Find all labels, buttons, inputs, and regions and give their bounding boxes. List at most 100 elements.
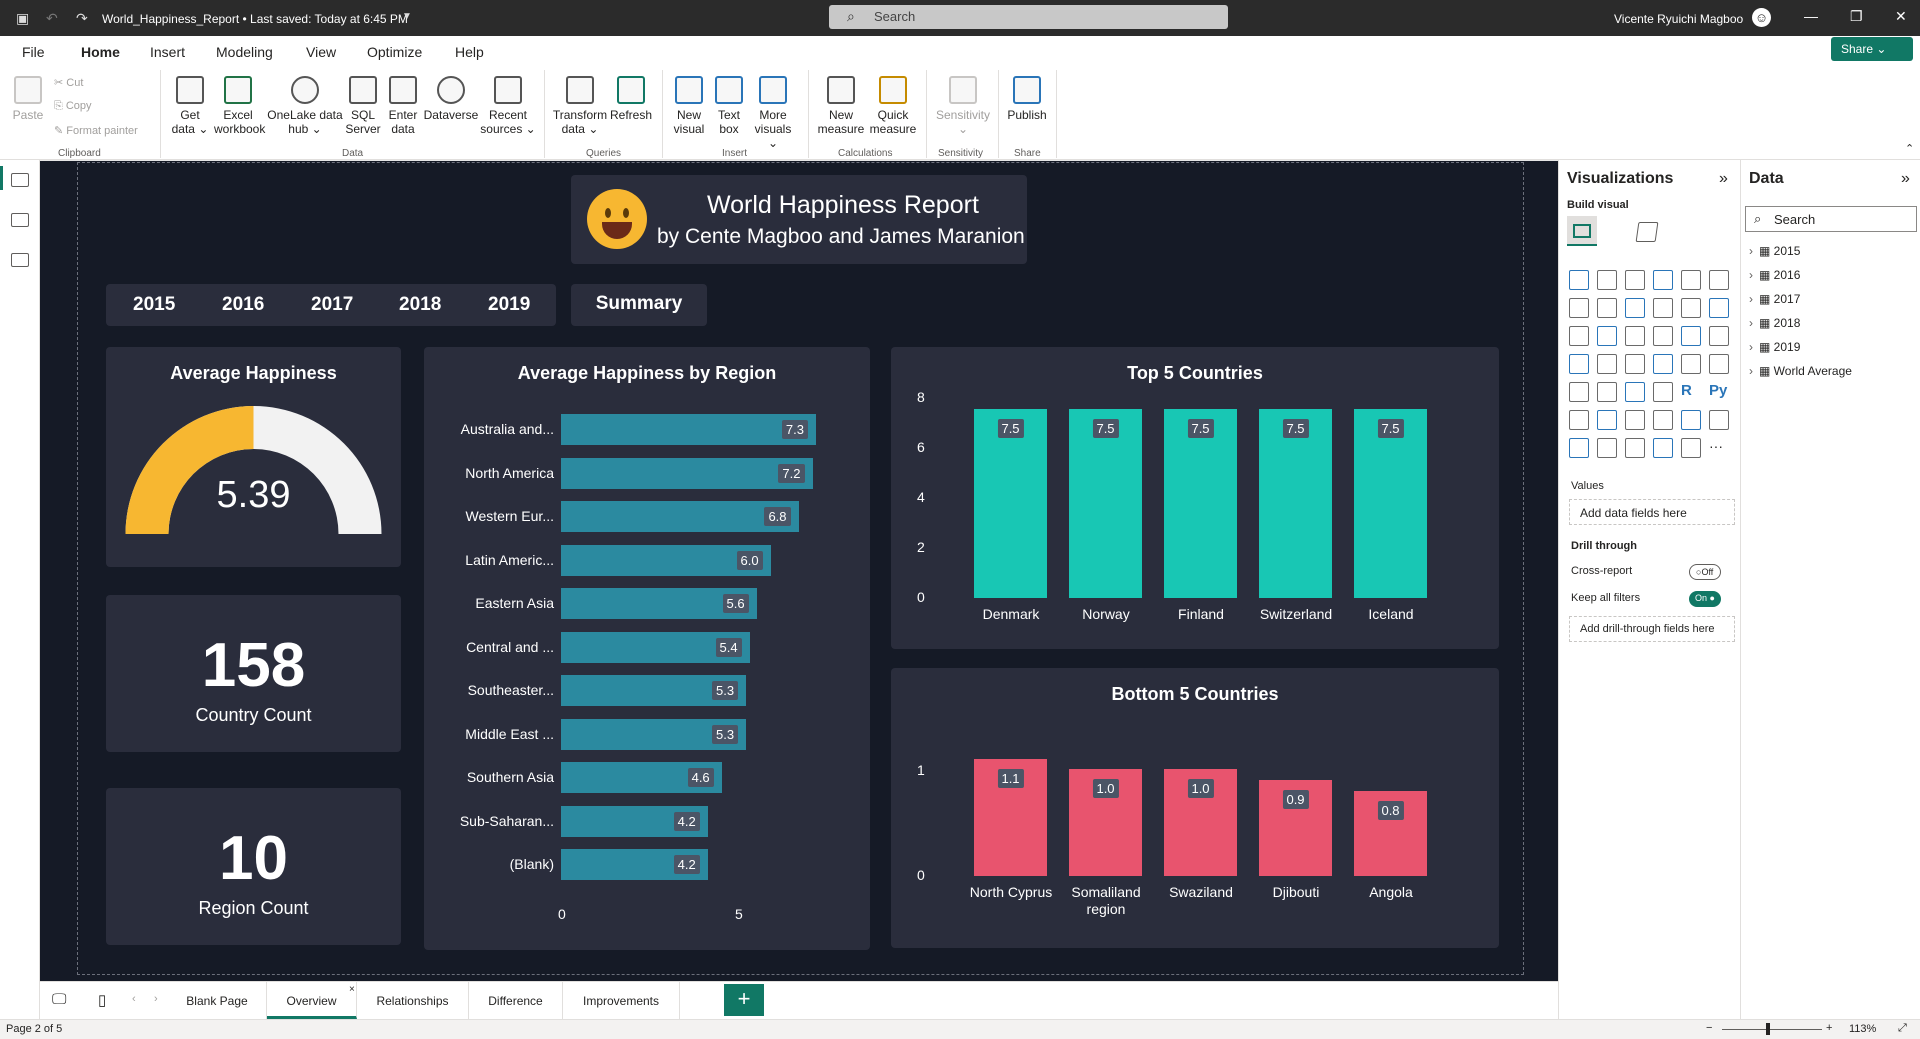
- region-bar[interactable]: 4.6: [561, 762, 722, 793]
- new-visual-button[interactable]: New visual: [668, 76, 710, 136]
- bottom5-chart-bar[interactable]: 1.0: [1069, 769, 1142, 876]
- visual-type-icon[interactable]: [1569, 382, 1589, 402]
- zoom-out-icon[interactable]: −: [1706, 1022, 1712, 1034]
- share-button[interactable]: Share ⌄: [1831, 37, 1913, 61]
- summary-button[interactable]: Summary: [571, 284, 707, 326]
- redo-icon[interactable]: ↷: [76, 10, 88, 27]
- visual-type-icon[interactable]: [1681, 354, 1701, 374]
- menu-optimize[interactable]: Optimize: [367, 44, 422, 60]
- year-button-2019[interactable]: 2019: [488, 294, 530, 316]
- top5-chart-bar[interactable]: 7.5: [1164, 408, 1237, 598]
- data-table-item[interactable]: › ▦ World Average: [1749, 364, 1852, 378]
- region-bar[interactable]: 5.4: [561, 631, 750, 663]
- year-button-2017[interactable]: 2017: [311, 294, 353, 316]
- year-button-2016[interactable]: 2016: [222, 294, 264, 316]
- region-count-card[interactable]: 10 Region Count: [106, 788, 401, 945]
- visual-type-icon[interactable]: [1597, 326, 1617, 346]
- visual-type-icon[interactable]: [1597, 354, 1617, 374]
- visual-type-icon[interactable]: [1681, 298, 1701, 318]
- previous-page-icon[interactable]: ‹: [132, 993, 136, 1005]
- tab-blank-page[interactable]: Blank Page: [168, 982, 267, 1019]
- top5-chart-bar[interactable]: 7.5: [1354, 408, 1427, 598]
- visual-type-icon[interactable]: [1569, 270, 1589, 290]
- visual-type-icon[interactable]: [1653, 298, 1673, 318]
- close-tab-icon[interactable]: ×: [349, 984, 355, 995]
- desktop-layout-icon[interactable]: 🖵: [52, 991, 66, 1008]
- excel-workbook-button[interactable]: Excel workbook: [214, 76, 265, 136]
- restore-icon[interactable]: ❐: [1850, 8, 1863, 25]
- visual-type-icon[interactable]: [1625, 410, 1645, 430]
- top5-chart-bar[interactable]: 7.5: [974, 408, 1047, 598]
- visual-type-icon[interactable]: [1681, 270, 1701, 290]
- next-page-icon[interactable]: ›: [154, 993, 158, 1005]
- menu-modeling[interactable]: Modeling: [216, 44, 273, 60]
- region-chart-card[interactable]: Average Happiness by Region Australia an…: [424, 347, 870, 950]
- get-data-button[interactable]: Get data ⌄: [166, 76, 214, 136]
- data-table-item[interactable]: › ▦ 2017: [1749, 292, 1800, 306]
- undo-icon[interactable]: ↶: [46, 10, 58, 27]
- document-title[interactable]: World_Happiness_Report • Last saved: Tod…: [102, 12, 408, 26]
- visual-type-icon[interactable]: [1653, 270, 1673, 290]
- copy-button[interactable]: ⎘ Copy: [54, 100, 92, 113]
- data-table-item[interactable]: › ▦ 2015: [1749, 244, 1800, 258]
- close-icon[interactable]: ✕: [1895, 8, 1907, 25]
- average-happiness-card[interactable]: Average Happiness 5.39: [106, 347, 401, 567]
- visual-type-icon[interactable]: [1597, 298, 1617, 318]
- menu-home[interactable]: Home: [79, 44, 122, 71]
- region-bar[interactable]: 5.3: [561, 675, 747, 706]
- quick-measure-button[interactable]: Quick measure: [866, 76, 920, 136]
- region-bar[interactable]: 4.2: [561, 849, 708, 880]
- menu-view[interactable]: View: [306, 44, 336, 60]
- values-field-well[interactable]: Add data fields here: [1569, 499, 1735, 525]
- collapse-visualizations-icon[interactable]: »: [1719, 170, 1728, 188]
- region-bar[interactable]: 6.0: [561, 544, 771, 576]
- top5-chart-bar[interactable]: 7.5: [1069, 408, 1142, 598]
- visual-type-icon[interactable]: [1569, 298, 1589, 318]
- data-table-item[interactable]: › ▦ 2018: [1749, 316, 1800, 330]
- chevron-right-icon[interactable]: ›: [1749, 268, 1753, 282]
- visual-type-icon[interactable]: [1653, 382, 1673, 402]
- menu-insert[interactable]: Insert: [150, 44, 185, 60]
- visual-type-icon[interactable]: [1597, 410, 1617, 430]
- visual-type-icon[interactable]: [1569, 410, 1589, 430]
- top5-chart-card[interactable]: Top 5 Countries 7.5 Denmark 7.5 Norway 7.5 Fi…: [891, 347, 1499, 649]
- visual-type-icon[interactable]: [1653, 438, 1673, 458]
- more-visuals-icon[interactable]: ···: [1709, 438, 1723, 454]
- visual-type-icon[interactable]: [1709, 270, 1729, 290]
- visual-type-icon[interactable]: [1653, 326, 1673, 346]
- text-box-button[interactable]: Text box: [710, 76, 748, 136]
- model-view-icon[interactable]: [11, 253, 29, 267]
- chevron-right-icon[interactable]: ›: [1749, 292, 1753, 306]
- data-table-item[interactable]: › ▦ 2016: [1749, 268, 1800, 282]
- visual-type-icon[interactable]: [1681, 410, 1701, 430]
- chevron-right-icon[interactable]: ›: [1749, 316, 1753, 330]
- visual-type-icon[interactable]: [1569, 326, 1589, 346]
- visual-type-icon[interactable]: [1709, 354, 1729, 374]
- top5-chart-bar[interactable]: 7.5: [1259, 408, 1332, 598]
- collapse-data-icon[interactable]: »: [1901, 170, 1910, 188]
- refresh-button[interactable]: Refresh: [608, 76, 654, 122]
- region-bar[interactable]: 7.3: [561, 414, 816, 445]
- zoom-slider-thumb[interactable]: [1766, 1023, 1770, 1035]
- mobile-layout-icon[interactable]: ▯: [98, 991, 106, 1009]
- enter-data-button[interactable]: Enter data: [384, 76, 422, 136]
- build-visual-tab[interactable]: [1567, 216, 1597, 246]
- report-header[interactable]: World Happiness Report by Cente Magboo a…: [571, 175, 1027, 264]
- fit-to-page-icon[interactable]: ⤢: [1898, 1022, 1907, 1035]
- visual-type-icon[interactable]: [1569, 438, 1589, 458]
- zoom-slider[interactable]: [1722, 1029, 1822, 1030]
- global-search[interactable]: ⌕ Search: [829, 5, 1228, 29]
- onelake-button[interactable]: OneLake data hub ⌄: [266, 76, 344, 136]
- transform-data-button[interactable]: Transform data ⌄: [552, 76, 608, 136]
- data-table-item[interactable]: › ▦ 2019: [1749, 340, 1800, 354]
- bottom5-chart-bar[interactable]: 1.0: [1164, 769, 1237, 876]
- year-button-2018[interactable]: 2018: [399, 294, 441, 316]
- cut-button[interactable]: ✂ Cut: [54, 76, 83, 89]
- report-view-icon[interactable]: [11, 173, 29, 187]
- table-view-icon[interactable]: [11, 213, 29, 227]
- menu-file[interactable]: File: [22, 44, 45, 60]
- country-count-card[interactable]: 158 Country Count: [106, 595, 401, 752]
- visual-type-icon[interactable]: [1653, 354, 1673, 374]
- visual-type-icon[interactable]: [1709, 298, 1729, 318]
- visual-type-icon[interactable]: [1653, 410, 1673, 430]
